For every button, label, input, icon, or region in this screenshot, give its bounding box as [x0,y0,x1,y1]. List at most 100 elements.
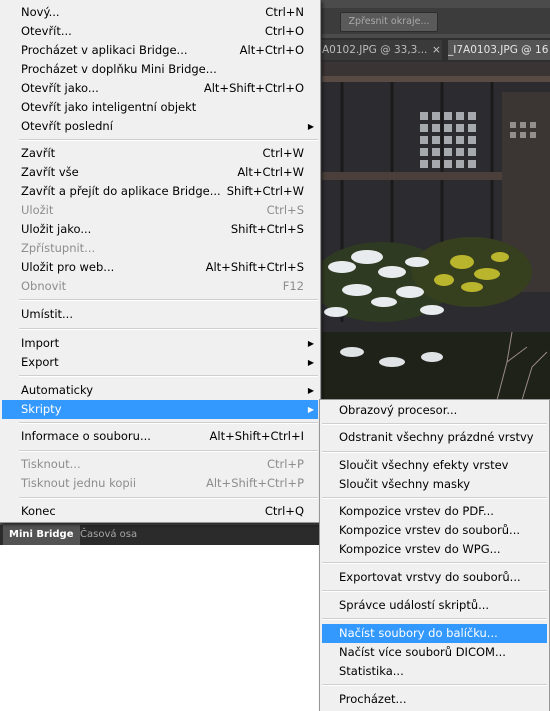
menu-item-save[interactable]: Uložit Ctrl+S [2,201,318,220]
menu-item-label: Obnovit [21,279,67,293]
menu-item-close-go-bridge[interactable]: Zavřít a přejít do aplikace Bridge... Shi… [2,182,318,201]
menu-item-shortcut: Alt+Shift+Ctrl+O [203,81,304,95]
menu-item-label: Informace o souboru... [21,429,151,443]
chevron-right-icon: ▶ [307,339,314,348]
chevron-right-icon: ▶ [307,405,314,414]
menu-item-save-as[interactable]: Uložit jako... Shift+Ctrl+S [2,220,318,239]
menu-item-load-files-into-stack[interactable]: Načíst soubory do balíčku... [322,624,547,643]
menu-separator [19,422,318,424]
menu-item-label: Kompozice vrstev do souborů... [339,523,521,537]
menu-item-close[interactable]: Zavřít Ctrl+W [2,144,318,163]
menu-item-label: Procházet v doplňku Mini Bridge... [21,62,217,76]
menu-item-load-dicom[interactable]: Načíst více souborů DICOM... [322,643,547,662]
menu-item-shortcut: Alt+Shift+Ctrl+I [209,429,304,443]
menu-separator [19,497,318,499]
menu-item-label: Otevřít jako inteligentní objekt [21,100,197,114]
chevron-right-icon: ▶ [307,386,314,395]
document-canvas-photo[interactable] [322,62,550,400]
menu-item-label: Skripty [21,402,62,416]
menu-item-print-one-copy[interactable]: Tisknout jednu kopii Alt+Shift+Ctrl+P [2,474,318,493]
menu-separator [19,450,318,452]
photo-image [322,62,550,400]
menu-item-shortcut: Shift+Ctrl+W [226,184,304,198]
menu-item-script-events-manager[interactable]: Správce událostí skriptů... [322,596,547,615]
menu-item-label: Procházet v aplikaci Bridge... [21,43,188,57]
menu-item-browse[interactable]: Procházet... [322,690,547,709]
close-icon[interactable]: × [432,40,441,60]
menu-item-open-as[interactable]: Otevřít jako... Alt+Shift+Ctrl+O [2,79,318,98]
menu-item-print[interactable]: Tisknout... Ctrl+P [2,455,318,474]
menu-item-exit[interactable]: Konec Ctrl+Q [2,502,318,521]
menu-item-shortcut: Shift+Ctrl+S [230,222,304,236]
menu-separator [322,497,547,499]
menu-item-layer-comps-files[interactable]: Kompozice vrstev do souborů... [322,521,547,540]
menu-item-shortcut: Ctrl+O [264,24,304,38]
menu-item-revert[interactable]: Obnovit F12 [2,277,318,296]
menu-item-shortcut: Ctrl+P [266,457,304,471]
menu-separator [322,590,547,592]
menu-item-label: Exportovat vrstvy do souborů... [339,570,521,584]
document-tab-1[interactable]: A0102.JPG @ 33,3... × [322,40,442,60]
menu-item-layer-comps-pdf[interactable]: Kompozice vrstev do PDF... [322,502,547,521]
menu-item-check-in[interactable]: Zpřístupnit... [2,239,318,258]
menu-item-label: Načíst soubory do balíčku... [339,626,498,640]
menu-item-export[interactable]: Export ▶ [2,353,318,372]
menu-item-label: Správce událostí skriptů... [339,598,490,612]
menu-item-label: Otevřít poslední [21,119,113,133]
menu-item-label: Obrazový procesor... [339,403,458,417]
menu-item-shortcut: Ctrl+N [265,5,304,19]
menu-item-new[interactable]: Nový... Ctrl+N [2,3,318,22]
menu-item-flatten-masks[interactable]: Sloučit všechny masky [322,475,547,494]
menu-item-label: Export [21,355,59,369]
chevron-right-icon: ▶ [307,122,314,131]
menu-separator [322,684,547,686]
menu-item-save-for-web[interactable]: Uložit pro web... Alt+Shift+Ctrl+S [2,258,318,277]
menu-item-label: Uložit [21,203,54,217]
menu-item-label: Zpřístupnit... [21,241,96,255]
document-tab-2[interactable]: _I7A0103.JPG @ 16 [448,40,550,60]
chevron-right-icon: ▶ [307,358,314,367]
menu-separator [19,328,318,330]
menu-item-label: Otevřít... [21,24,72,38]
menu-item-shortcut: Ctrl+W [262,146,304,160]
menu-item-shortcut: Alt+Shift+Ctrl+P [205,476,304,490]
menu-item-label: Otevřít jako... [21,81,99,95]
menu-item-delete-empty-layers[interactable]: Odstranit všechny prázdné vrstvy [322,428,547,447]
menu-separator [19,139,318,141]
menu-item-export-layers[interactable]: Exportovat vrstvy do souborů... [322,568,547,587]
menu-item-close-all[interactable]: Zavřít vše Alt+Ctrl+W [2,163,318,182]
menu-item-file-info[interactable]: Informace o souboru... Alt+Shift+Ctrl+I [2,427,318,446]
menu-item-browse-mini-bridge[interactable]: Procházet v doplňku Mini Bridge... [2,60,318,79]
document-tab-1-label: A0102.JPG @ 33,3... [322,44,428,56]
menu-separator [19,299,318,301]
refine-edge-button[interactable]: Zpřesnit okraje... [340,12,438,32]
menu-item-layer-comps-wpg[interactable]: Kompozice vrstev do WPG... [322,540,547,559]
menu-item-statistics[interactable]: Statistika... [322,662,547,681]
document-tab-2-label: _I7A0103.JPG @ 16 [448,44,549,56]
menu-item-label: Kompozice vrstev do WPG... [339,542,501,556]
menu-separator [322,618,547,620]
menu-item-flatten-layer-effects[interactable]: Sloučit všechny efekty vrstev [322,456,547,475]
menu-item-scripts[interactable]: Skripty ▶ [2,400,318,419]
menu-item-shortcut: Ctrl+Q [264,504,304,518]
menu-item-place[interactable]: Umístit... [2,305,318,324]
menu-item-open-smart-object[interactable]: Otevřít jako inteligentní objekt [2,98,318,117]
menu-item-import[interactable]: Import ▶ [2,334,318,353]
menu-item-label: Automaticky [21,383,94,397]
menu-item-label: Statistika... [339,664,404,678]
menu-separator [19,375,318,377]
menu-item-open[interactable]: Otevřít... Ctrl+O [2,22,318,41]
menu-item-label: Tisknout... [21,457,81,471]
menu-item-label: Kompozice vrstev do PDF... [339,504,494,518]
menu-item-label: Konec [21,504,56,518]
menu-item-label: Zavřít vše [21,165,79,179]
menu-item-automate[interactable]: Automaticky ▶ [2,381,318,400]
menu-item-image-processor[interactable]: Obrazový procesor... [322,401,547,420]
menu-item-label: Sloučit všechny efekty vrstev [339,458,509,472]
menu-item-browse-bridge[interactable]: Procházet v aplikaci Bridge... Alt+Ctrl+O [2,41,318,60]
menu-item-open-recent[interactable]: Otevřít poslední ▶ [2,117,318,136]
menu-item-label: Tisknout jednu kopii [21,476,137,490]
file-menu: Nový... Ctrl+N Otevřít... Ctrl+O Procházet… [0,0,321,523]
tab-timeline[interactable]: Časová osa [74,525,143,545]
tab-mini-bridge[interactable]: Mini Bridge [3,525,80,545]
